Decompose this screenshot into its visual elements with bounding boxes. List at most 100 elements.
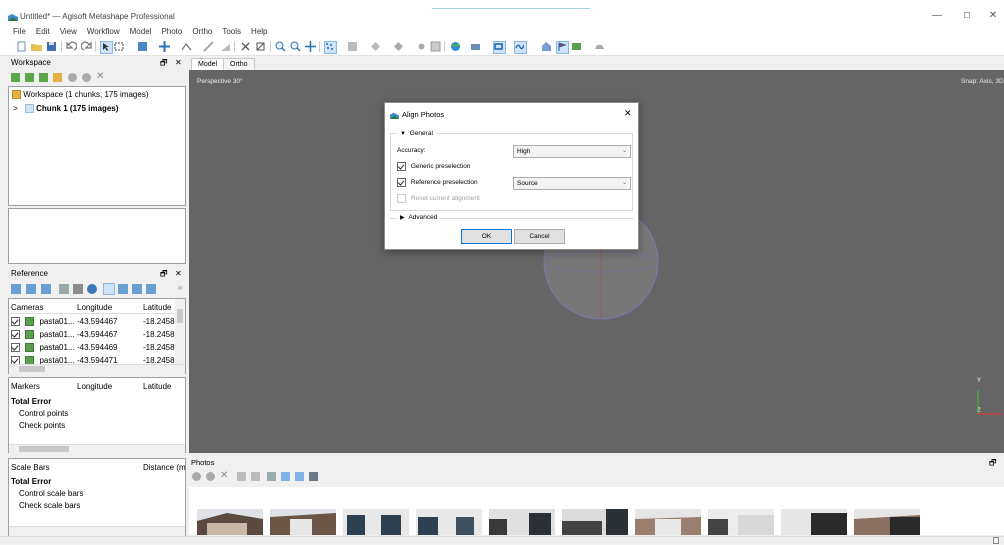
advanced-section-toggle[interactable]: ▶ Advanced (397, 214, 441, 221)
photo-thumbnail[interactable] (416, 509, 482, 535)
maximize-button[interactable]: ☐ (956, 9, 978, 23)
draw-polyline-icon[interactable] (203, 41, 214, 52)
dem-icon[interactable] (430, 41, 441, 52)
markers-column-header[interactable]: Markers (11, 382, 40, 391)
add-folder-icon[interactable] (39, 73, 48, 82)
camera-enabled-checkbox[interactable] (11, 343, 20, 353)
photo-thumbnail[interactable] (270, 509, 336, 535)
menu-model[interactable]: Model (130, 26, 152, 38)
photo-thumbnail[interactable] (489, 509, 555, 535)
table-row[interactable]: pasta01... (11, 343, 75, 353)
navigation-cursor-icon[interactable] (100, 41, 113, 54)
photo-thumbnail[interactable] (635, 509, 701, 535)
latitude-column-header[interactable]: Latitude (143, 303, 171, 312)
image-overlay-icon[interactable] (470, 41, 481, 52)
disable-cameras-icon[interactable] (206, 472, 215, 481)
enable-icon[interactable] (68, 73, 77, 82)
general-section-toggle[interactable]: ▼ General (397, 130, 436, 137)
move-region-icon[interactable] (137, 41, 148, 52)
chart-icon[interactable] (220, 41, 231, 52)
save-icon[interactable] (46, 41, 57, 52)
longitude-column-header[interactable]: Longitude (77, 303, 112, 312)
move-object-icon[interactable] (159, 41, 170, 52)
optimize-cameras-icon[interactable] (73, 284, 83, 294)
open-folder-icon[interactable] (31, 41, 42, 52)
menu-edit[interactable]: Edit (36, 26, 50, 38)
photo-thumbnail[interactable] (708, 509, 774, 535)
float-panel-icon[interactable]: 🗗 (160, 268, 168, 280)
minimize-button[interactable]: — (926, 9, 948, 23)
check-points-row[interactable]: Check points (19, 421, 65, 430)
mesh-shaded-icon[interactable] (370, 41, 381, 52)
photo-thumbnail[interactable] (781, 509, 847, 535)
menu-help[interactable]: Help (251, 26, 267, 38)
new-file-icon[interactable] (16, 41, 27, 52)
show-scale-bars-icon[interactable] (594, 41, 605, 52)
table-icon[interactable] (59, 284, 69, 294)
reference-preselection-option[interactable]: Reference preselection (397, 178, 478, 187)
reference-preselection-select[interactable]: Source ⌄ (513, 177, 631, 190)
generic-preselection-option[interactable]: Generic preselection (397, 162, 470, 171)
show-cameras-icon[interactable] (493, 41, 506, 54)
filter-by-selection-icon[interactable] (295, 472, 304, 481)
add-markers-icon[interactable] (53, 73, 62, 82)
rectangle-selection-icon[interactable] (114, 41, 125, 52)
zoom-in-icon[interactable] (275, 41, 286, 52)
ruler-icon[interactable] (181, 41, 192, 52)
point-cloud-icon[interactable] (324, 41, 337, 54)
total-error-row[interactable]: Total Error (11, 477, 51, 486)
control-points-row[interactable]: Control points (19, 409, 68, 418)
menu-file[interactable]: File (13, 26, 26, 38)
scale-bars-column-header[interactable]: Scale Bars (11, 463, 50, 472)
export-reference-icon[interactable] (26, 284, 36, 294)
table-row[interactable]: pasta01... (11, 317, 75, 327)
horizontal-scrollbar[interactable] (9, 364, 185, 374)
cameras-column-header[interactable]: Cameras (11, 303, 43, 312)
close-panel-icon[interactable]: ✕ (175, 268, 182, 280)
rotate-left-icon[interactable] (237, 472, 246, 481)
horizontal-scrollbar[interactable] (9, 444, 185, 454)
photo-thumbnail[interactable] (343, 509, 409, 535)
horizontal-scrollbar[interactable] (9, 526, 185, 536)
menu-photo[interactable]: Photo (161, 26, 182, 38)
reset-alignment-checkbox[interactable] (397, 194, 406, 203)
filter-by-markers-icon[interactable] (281, 472, 290, 481)
longitude-column-header[interactable]: Longitude (77, 382, 112, 391)
photo-thumbnail[interactable] (854, 509, 920, 535)
disable-icon[interactable] (82, 73, 91, 82)
import-reference-icon[interactable] (11, 284, 21, 294)
show-trackball-icon[interactable] (514, 41, 527, 54)
vertical-scrollbar[interactable] (175, 299, 185, 365)
menu-tools[interactable]: Tools (222, 26, 241, 38)
settings-icon[interactable] (146, 284, 156, 294)
convert-reference-icon[interactable] (41, 284, 51, 294)
generic-preselection-checkbox[interactable] (397, 162, 406, 171)
mesh-solid-icon[interactable] (393, 41, 404, 52)
add-photos-icon[interactable] (25, 73, 34, 82)
table-row[interactable]: pasta01... (11, 330, 75, 340)
total-error-row[interactable]: Total Error (11, 397, 51, 406)
resize-grip-icon[interactable] (993, 537, 999, 544)
reference-preselection-checkbox[interactable] (397, 178, 406, 187)
camera-enabled-checkbox[interactable] (11, 317, 20, 327)
crop-selection-icon[interactable] (255, 41, 266, 52)
enable-cameras-icon[interactable] (192, 472, 201, 481)
view-errors-icon[interactable] (132, 284, 142, 294)
view-estimated-icon[interactable] (118, 284, 128, 294)
latitude-column-header[interactable]: Latitude (143, 382, 171, 391)
show-shapes-icon[interactable] (571, 41, 582, 52)
menu-workflow[interactable]: Workflow (87, 26, 120, 38)
redo-icon[interactable] (80, 41, 92, 52)
photo-thumbnail[interactable] (562, 509, 628, 535)
dense-cloud-icon[interactable] (347, 41, 358, 52)
check-scale-bars-row[interactable]: Check scale bars (19, 501, 80, 510)
menu-view[interactable]: View (60, 26, 77, 38)
reset-view-icon[interactable] (305, 41, 316, 52)
view-mode-icon[interactable] (309, 472, 318, 481)
menu-ortho[interactable]: Ortho (192, 26, 212, 38)
control-scale-bars-row[interactable]: Control scale bars (19, 489, 83, 498)
close-panel-icon[interactable]: ✕ (175, 57, 182, 69)
overflow-chevron-icon[interactable]: » (178, 283, 182, 292)
cancel-button[interactable]: Cancel (514, 229, 565, 244)
view-source-icon[interactable] (103, 283, 115, 295)
